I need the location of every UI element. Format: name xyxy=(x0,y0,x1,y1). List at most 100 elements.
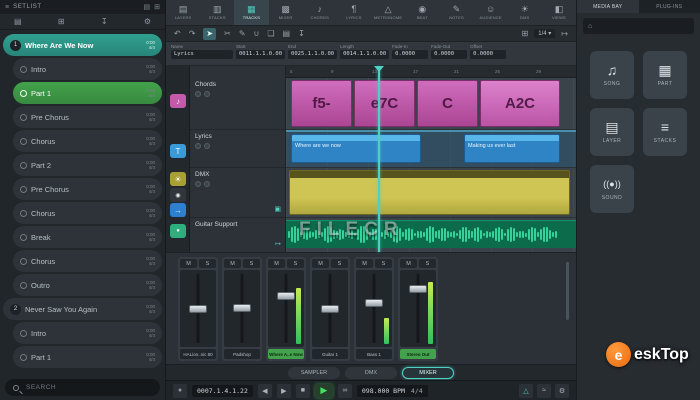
fade-out-value[interactable]: 0.0000 xyxy=(431,50,468,59)
split-tool-button[interactable]: ✂ xyxy=(224,28,231,40)
draw-tool-button[interactable]: ✎ xyxy=(239,28,246,40)
chord-event[interactable]: A2C xyxy=(480,80,560,127)
menu-icon[interactable]: ≡ xyxy=(5,4,9,11)
lyrics-lane[interactable]: Where are we now Making us ever last xyxy=(286,130,576,168)
panel-grid-icon[interactable]: ⊞ xyxy=(154,3,160,11)
name-value[interactable]: Lyrics xyxy=(171,50,233,59)
mute-button[interactable]: M xyxy=(400,259,417,268)
home-icon[interactable]: ⌂ xyxy=(588,23,592,30)
redo-button[interactable]: ↷ xyxy=(189,28,196,40)
setlist-item-part[interactable]: Intro 0:00 4/4 xyxy=(13,322,162,344)
setlist-item-part-active[interactable]: Part 1 0:00 4/4 xyxy=(13,82,162,104)
media-bay-search-input[interactable] xyxy=(596,22,689,30)
tab-dmx-view[interactable]: DMX xyxy=(345,366,397,379)
output-icon[interactable]: ↦ xyxy=(275,240,281,248)
guitar-track-icon[interactable]: ● xyxy=(170,224,186,238)
setlist-item-song[interactable]: 2 Never Saw You Again 0:00 4/4 xyxy=(3,298,162,320)
tab-mixer-view[interactable]: MIXER xyxy=(402,366,454,379)
track-header-guitar[interactable]: Guitar Support ↦ xyxy=(190,218,285,252)
tab-stacks[interactable]: ▥ STACKS xyxy=(200,0,234,25)
mute-button[interactable]: M xyxy=(224,259,241,268)
goto-button[interactable]: ↦ xyxy=(561,28,568,40)
setlist-item-part[interactable]: Chorus 0:00 4/4 xyxy=(13,250,162,272)
tab-beat[interactable]: ◉ BEAT xyxy=(405,0,439,25)
end-value[interactable]: 0025.1.1.0.00 xyxy=(288,50,338,59)
fader-handle[interactable] xyxy=(321,305,339,314)
solo-button[interactable]: S xyxy=(419,259,436,268)
metronome-toggle-button[interactable]: △ xyxy=(519,383,533,398)
mute-button[interactable]: M xyxy=(268,259,285,268)
setlist-search-input[interactable] xyxy=(24,383,152,392)
mute-button[interactable]: M xyxy=(356,259,373,268)
chord-event[interactable]: C xyxy=(417,80,478,127)
select-tool-button[interactable]: ➤ xyxy=(203,27,217,40)
solo-button[interactable] xyxy=(204,143,210,149)
setlist-item-part[interactable]: Pre Chorus 0:00 4/4 xyxy=(13,106,162,128)
setlist-item-part[interactable]: Part 2 0:00 4/4 xyxy=(13,154,162,176)
grid-icon[interactable]: ⊞ xyxy=(58,17,65,26)
tab-chords[interactable]: ♪ CHORDS xyxy=(303,0,337,25)
sound-button[interactable]: ((●)) SOUND xyxy=(590,165,634,213)
tab-media-bay[interactable]: MEDIA BAY xyxy=(577,0,639,13)
mic-icon[interactable]: ◉ xyxy=(170,188,186,202)
mute-button[interactable]: M xyxy=(312,259,329,268)
rewind-button[interactable]: ◀ xyxy=(257,383,272,398)
input-arrow-icon[interactable]: → xyxy=(170,203,186,217)
track-header-lyrics[interactable]: Lyrics xyxy=(190,130,285,168)
fader-handle[interactable] xyxy=(277,291,295,300)
solo-button[interactable] xyxy=(204,91,210,97)
tab-audience[interactable]: ☺ AUDIENCE xyxy=(474,0,508,25)
setlist-item-part[interactable]: Break 0:00 4/4 xyxy=(13,226,162,248)
setlist-item-part[interactable]: Part 1 0:00 4/4 xyxy=(13,346,162,368)
solo-button[interactable] xyxy=(204,181,210,187)
tab-tracks[interactable]: ▦ TRACKS xyxy=(234,0,269,25)
import-icon[interactable]: ↧ xyxy=(101,17,108,26)
setlist-item-part[interactable]: Intro 0:00 4/4 xyxy=(13,58,162,80)
tab-metronome[interactable]: △ METRONOME xyxy=(371,0,405,25)
new-part-button[interactable]: ▦ PART xyxy=(643,51,687,99)
timeline-ruler[interactable]: 5 9 13 17 21 25 29 xyxy=(286,66,576,78)
tempo-display[interactable]: 098.000 BPM 4/4 xyxy=(356,384,428,397)
fader-handle[interactable] xyxy=(365,299,383,308)
tab-mixer[interactable]: ▩ MIXER xyxy=(269,0,303,25)
monitor-icon[interactable]: ▣ xyxy=(274,205,281,213)
chords-track-icon[interactable]: ♪ xyxy=(170,94,186,108)
list-icon[interactable]: ▤ xyxy=(14,17,22,26)
setlist-item-part[interactable]: Chorus 0:00 4/4 xyxy=(13,130,162,152)
solo-button[interactable]: S xyxy=(375,259,392,268)
undo-button[interactable]: ↶ xyxy=(174,28,181,40)
mute-button[interactable] xyxy=(195,181,201,187)
tab-layers[interactable]: ▤ LAYERS xyxy=(166,0,200,25)
glue-tool-button[interactable]: ∪ xyxy=(254,28,260,40)
play-button[interactable]: ▶ xyxy=(314,383,333,398)
setlist-item-part[interactable]: Outro 0:00 4/4 xyxy=(13,274,162,296)
mixer-scrollbar[interactable] xyxy=(566,262,569,320)
track-header-dmx[interactable]: DMX ▣ xyxy=(190,168,285,218)
dmx-lane[interactable] xyxy=(286,168,576,218)
new-stack-button[interactable]: ≡ STACKS xyxy=(643,108,687,156)
forward-button[interactable]: ▶ xyxy=(276,383,291,398)
copy-button[interactable]: ❏ xyxy=(267,28,274,40)
lyrics-event[interactable]: Where are we now xyxy=(291,134,421,163)
tab-plug-ins[interactable]: PLUG-INS xyxy=(639,0,700,13)
setlist-item-part[interactable]: Chorus 0:00 4/4 xyxy=(13,202,162,224)
loop-button[interactable]: ∞ xyxy=(337,383,352,398)
tab-sampler[interactable]: SAMPLER xyxy=(288,366,340,379)
mute-button[interactable] xyxy=(195,91,201,97)
dmx-track-icon[interactable]: ☀ xyxy=(170,172,186,186)
gear-icon[interactable]: ⚙ xyxy=(144,17,151,26)
settings-button[interactable]: ⚙ xyxy=(555,383,569,398)
start-value[interactable]: 0011.1.1.0.00 xyxy=(236,50,286,59)
track-header-chords[interactable]: Chords xyxy=(190,78,285,130)
record-button[interactable]: ● xyxy=(173,383,187,398)
solo-button[interactable]: S xyxy=(199,259,216,268)
offset-value[interactable]: 0.0000 xyxy=(470,50,507,59)
import-button[interactable]: ↧ xyxy=(298,28,305,40)
setlist-item-part[interactable]: Pre Chorus 0:00 4/4 xyxy=(13,178,162,200)
position-display[interactable]: 0007.1.4.1.22 xyxy=(192,384,253,397)
chords-lane[interactable]: f5- e7C C A2C xyxy=(286,78,576,130)
tab-views[interactable]: ◧ VIEWS xyxy=(542,0,576,25)
new-layer-button[interactable]: ▤ LAYER xyxy=(590,108,634,156)
fader-handle[interactable] xyxy=(233,303,251,312)
audio-engine-button[interactable]: ≈ xyxy=(537,383,551,398)
